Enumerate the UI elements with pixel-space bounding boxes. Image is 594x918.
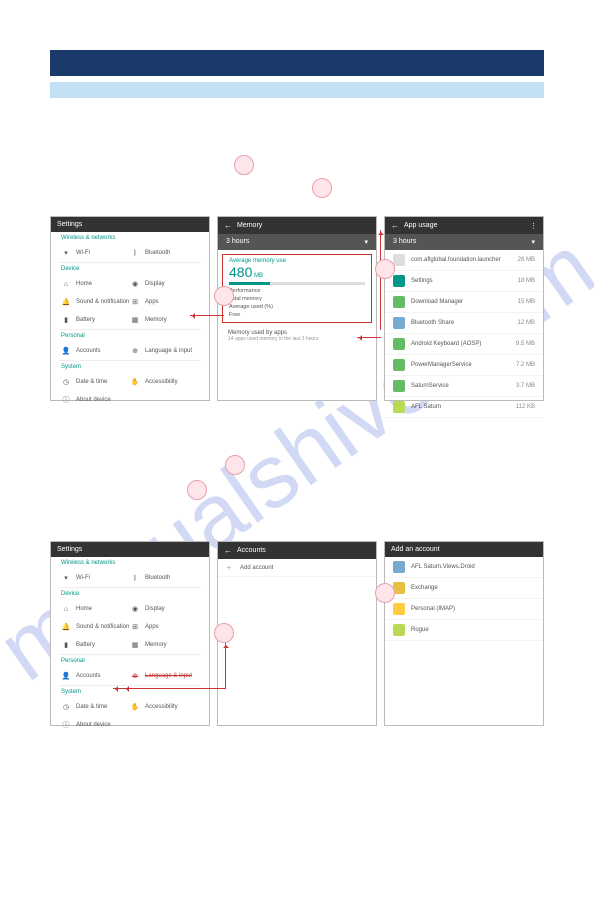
app-row[interactable]: com.aflglobal.foundation.launcher28 MB <box>385 250 543 271</box>
item-home[interactable]: ⌂Home <box>61 279 130 289</box>
back-icon[interactable]: ← <box>224 221 232 230</box>
item-accounts[interactable]: 👤Accounts <box>61 671 130 681</box>
app-row[interactable]: Android Keyboard (AOSP)9.5 MB <box>385 334 543 355</box>
battery-icon: ▮ <box>61 315 71 325</box>
time-range-dropdown-2[interactable]: 3 hours▾ <box>385 234 543 250</box>
bluetooth-icon: ᛒ <box>130 248 140 258</box>
time-range-dropdown[interactable]: 3 hours▾ <box>218 234 376 250</box>
app-row[interactable]: PowerManagerService7.2 MB <box>385 355 543 376</box>
app-row[interactable]: SaturnService3.7 MB <box>385 376 543 397</box>
account-type-row[interactable]: Rogue <box>385 620 543 641</box>
accounts-header: ←Accounts <box>218 542 376 559</box>
item-battery[interactable]: ▮Battery <box>61 640 130 650</box>
item-accessibility[interactable]: ✋Accessibility <box>130 377 199 387</box>
globe-icon: ⊕ <box>130 346 140 356</box>
item-datetime[interactable]: ◷Date & time <box>61 702 130 712</box>
avg-memory-box: Average memory use 480 MB Performance To… <box>222 254 372 323</box>
chevron-down-icon: ▾ <box>531 238 535 246</box>
chevron-down-icon: ▾ <box>364 238 368 246</box>
item-wifi[interactable]: ▾Wi-Fi <box>61 248 130 258</box>
item-accessibility[interactable]: ✋Accessibility <box>130 702 199 712</box>
back-icon[interactable]: ← <box>224 546 232 555</box>
item-datetime[interactable]: ◷Date & time <box>61 377 130 387</box>
info-icon: ⓘ <box>61 395 71 405</box>
item-display[interactable]: ◉Display <box>130 279 199 289</box>
item-battery[interactable]: ▮Battery <box>61 315 130 325</box>
header-band-dark <box>50 50 544 76</box>
app-row[interactable]: Download Manager15 MB <box>385 292 543 313</box>
memory-used-by-apps[interactable]: Memory used by apps 14 apps used memory … <box>222 327 372 345</box>
item-wifi[interactable]: ▾Wi-Fi <box>61 573 130 583</box>
add-account-row[interactable]: ＋Add account <box>218 559 376 577</box>
app-row[interactable]: AFL Saturn112 KB <box>385 397 543 418</box>
settings-header: Settings <box>51 217 209 232</box>
item-bluetooth[interactable]: ᛒBluetooth <box>130 573 199 583</box>
item-memory[interactable]: ▦Memory <box>130 640 199 650</box>
item-language[interactable]: ⊕Language & input <box>130 346 199 356</box>
screen-accounts: ←Accounts ＋Add account <box>217 541 377 726</box>
item-about[interactable]: ⓘAbout device <box>61 395 130 405</box>
item-home[interactable]: ⌂Home <box>61 604 130 614</box>
apps-icon: ⊞ <box>130 297 140 307</box>
app-row[interactable]: Settings18 MB <box>385 271 543 292</box>
memory-icon: ▦ <box>130 315 140 325</box>
display-icon: ◉ <box>130 279 140 289</box>
bell-icon: 🔔 <box>61 297 71 307</box>
screen-settings: Settings Wireless & networks ▾Wi-Fi ᛒBlu… <box>50 216 210 401</box>
item-bluetooth[interactable]: ᛒBluetooth <box>130 248 199 258</box>
item-language[interactable]: ⊕Language & input <box>130 671 199 681</box>
screen-settings-2: Settings Wireless & networks ▾Wi-Fi ᛒBlu… <box>50 541 210 726</box>
home-icon: ⌂ <box>61 279 71 289</box>
wifi-icon: ▾ <box>61 248 71 258</box>
item-sound[interactable]: 🔔Sound & notification <box>61 297 130 307</box>
account-type-row[interactable]: Exchange <box>385 578 543 599</box>
item-about[interactable]: ⓘAbout device <box>61 720 130 730</box>
memory-header: ←Memory <box>218 217 376 234</box>
item-apps[interactable]: ⊞Apps <box>130 297 199 307</box>
screens-row-2: Settings Wireless & networks ▾Wi-Fi ᛒBlu… <box>50 541 544 726</box>
accessibility-icon: ✋ <box>130 377 140 387</box>
add-account-header: Add an account <box>385 542 543 557</box>
screens-row-1: Settings Wireless & networks ▾Wi-Fi ᛒBlu… <box>50 216 544 401</box>
screen-app-usage: ←App usage⋮ 3 hours▾ com.aflglobal.found… <box>384 216 544 401</box>
item-apps[interactable]: ⊞Apps <box>130 622 199 632</box>
more-icon[interactable]: ⋮ <box>530 222 537 230</box>
screen-memory: ←Memory 3 hours▾ Average memory use 480 … <box>217 216 377 401</box>
accounts-icon: 👤 <box>61 346 71 356</box>
item-sound[interactable]: 🔔Sound & notification <box>61 622 130 632</box>
plus-icon: ＋ <box>226 563 232 572</box>
item-accounts[interactable]: 👤Accounts <box>61 346 130 356</box>
clock-icon: ◷ <box>61 377 71 387</box>
app-usage-header: ←App usage⋮ <box>385 217 543 234</box>
header-band-light <box>50 82 544 98</box>
account-type-row[interactable]: Personal (IMAP) <box>385 599 543 620</box>
app-row[interactable]: Bluetooth Share12 MB <box>385 313 543 334</box>
back-icon[interactable]: ← <box>391 221 399 230</box>
item-display[interactable]: ◉Display <box>130 604 199 614</box>
account-type-row[interactable]: AFL Saturn.Views.Droid <box>385 557 543 578</box>
screen-add-account: Add an account AFL Saturn.Views.Droid Ex… <box>384 541 544 726</box>
